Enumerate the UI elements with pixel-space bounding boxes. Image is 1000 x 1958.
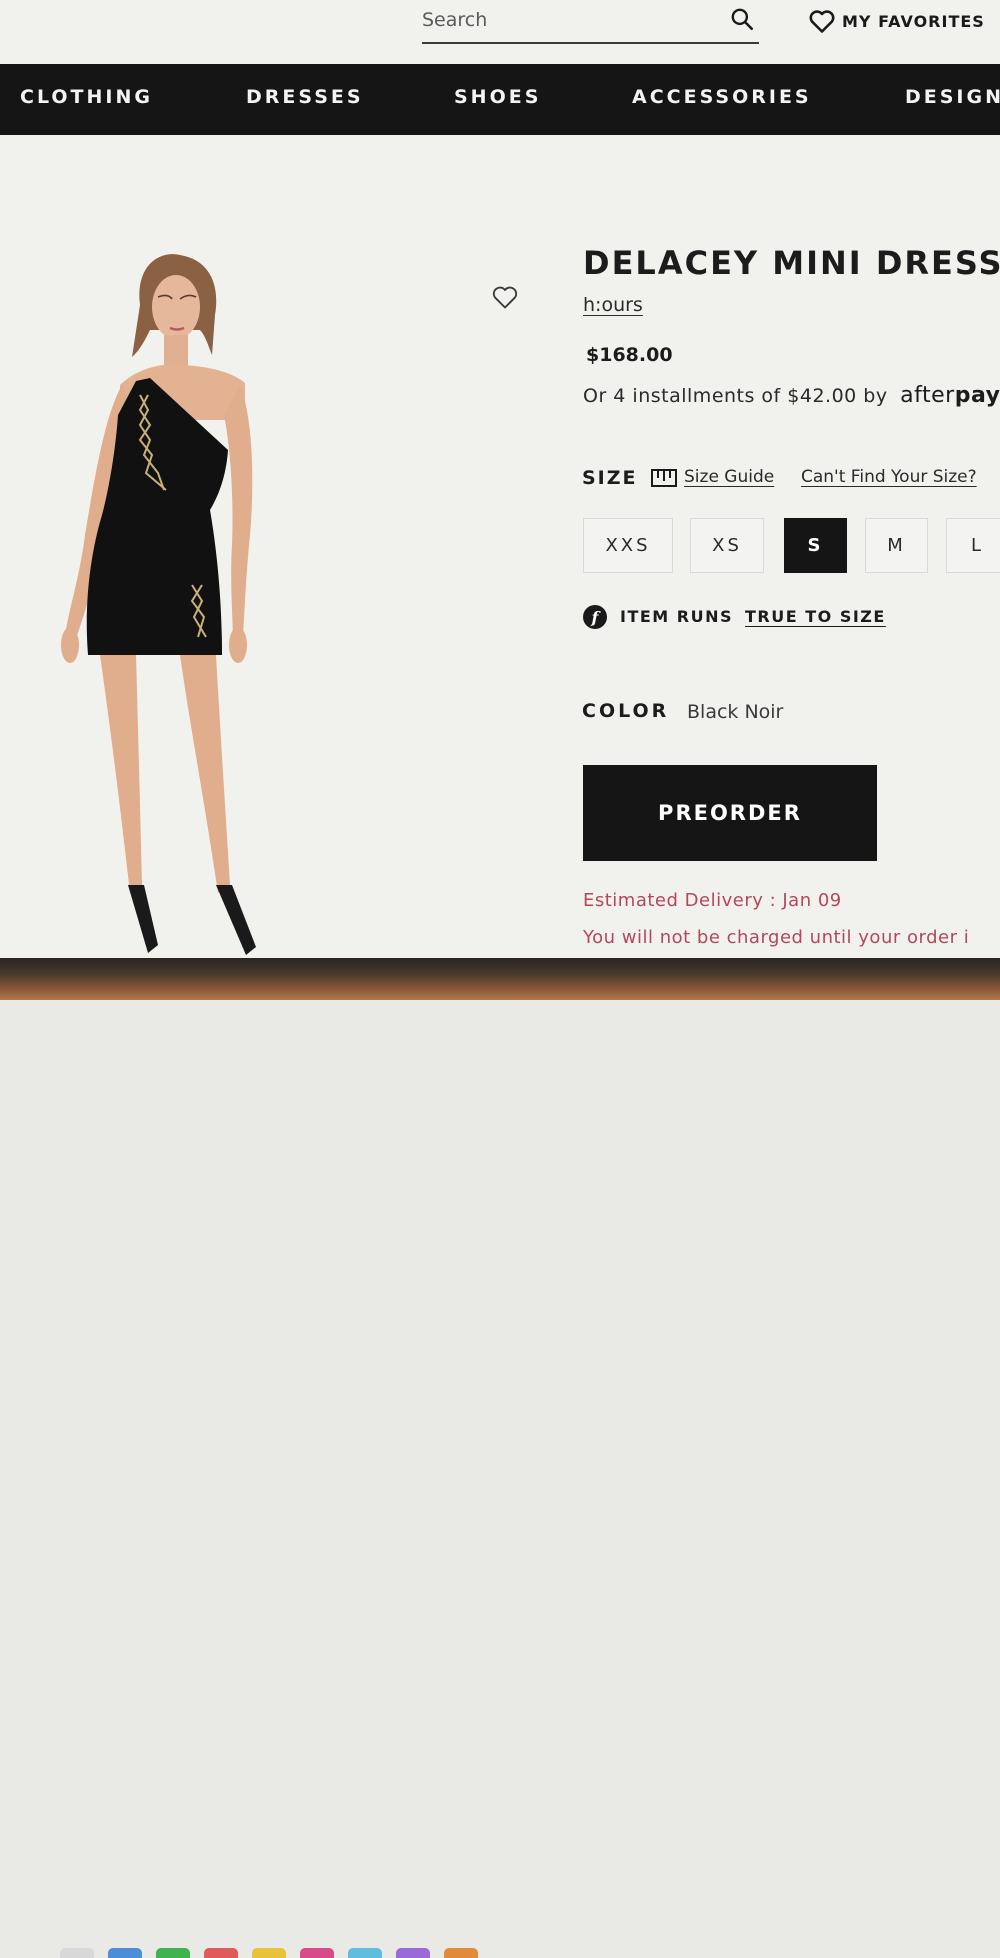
dock xyxy=(60,1948,740,1958)
nav-item-designers[interactable]: DESIGN xyxy=(905,86,1000,108)
search-bar xyxy=(422,4,759,44)
product-image[interactable] xyxy=(40,245,310,958)
monitor-bezel xyxy=(0,958,1000,1958)
afterpay-logo-bold: pay xyxy=(954,383,1000,408)
dock-app-icon[interactable] xyxy=(396,1948,430,1958)
estimated-delivery: Estimated Delivery : Jan 09 xyxy=(583,890,842,911)
installments-info: Or 4 installments of $42.00 by afterpay xyxy=(583,383,1000,408)
product-price: $168.00 xyxy=(586,344,673,366)
size-option-m[interactable]: M xyxy=(865,518,928,573)
true-to-size-link[interactable]: TRUE TO SIZE xyxy=(745,607,886,626)
dock-app-icon[interactable] xyxy=(204,1948,238,1958)
size-option-s[interactable]: S xyxy=(784,518,847,573)
my-favorites-label: MY FAVORITES xyxy=(842,11,985,31)
cant-find-size-link[interactable]: Can't Find Your Size? xyxy=(801,467,977,487)
nav-item-clothing[interactable]: CLOTHING xyxy=(20,86,153,108)
search-icon[interactable] xyxy=(729,6,755,32)
main-nav: CLOTHING DRESSES SHOES ACCESSORIES DESIG… xyxy=(0,64,1000,135)
search-input[interactable] xyxy=(422,4,712,36)
nav-item-shoes[interactable]: SHOES xyxy=(454,86,541,108)
preorder-button[interactable]: PREORDER xyxy=(583,765,877,861)
nav-item-accessories[interactable]: ACCESSORIES xyxy=(632,86,812,108)
size-option-xs[interactable]: XS xyxy=(690,518,764,573)
ruler-icon xyxy=(651,469,677,487)
color-value: Black Noir xyxy=(687,701,784,723)
fit-predictor-icon: f xyxy=(583,605,607,629)
brand-link[interactable]: h:ours xyxy=(583,294,643,316)
fit-prefix: ITEM RUNS xyxy=(620,607,734,626)
afterpay-logo[interactable]: afterpay xyxy=(900,383,1000,408)
afterpay-logo-light: after xyxy=(900,383,955,408)
my-favorites-link[interactable]: MY FAVORITES xyxy=(808,8,985,34)
dock-app-icon[interactable] xyxy=(156,1948,190,1958)
installments-text: Or 4 installments of $42.00 by xyxy=(583,385,888,407)
dock-app-icon[interactable] xyxy=(348,1948,382,1958)
heart-outline-icon xyxy=(492,286,518,309)
size-label: SIZE xyxy=(582,467,638,489)
product-title: DELACEY MINI DRESS xyxy=(583,244,1000,282)
size-option-l[interactable]: L xyxy=(946,518,1000,573)
browser-screen: MY FAVORITES CLOTHING DRESSES SHOES ACCE… xyxy=(0,0,1000,958)
dock-app-icon[interactable] xyxy=(252,1948,286,1958)
color-label: COLOR xyxy=(582,700,670,722)
heart-icon xyxy=(809,10,835,33)
dock-app-icon[interactable] xyxy=(60,1948,94,1958)
dock-app-icon[interactable] xyxy=(300,1948,334,1958)
size-guide-link[interactable]: Size Guide xyxy=(684,467,774,487)
size-option-xxs[interactable]: XXS xyxy=(583,518,673,573)
add-to-wishlist-button[interactable] xyxy=(480,274,530,320)
dock-app-icon[interactable] xyxy=(108,1948,142,1958)
charge-note: You will not be charged until your order… xyxy=(583,927,970,948)
nav-item-dresses[interactable]: DRESSES xyxy=(246,86,364,108)
dock-app-icon[interactable] xyxy=(444,1948,478,1958)
